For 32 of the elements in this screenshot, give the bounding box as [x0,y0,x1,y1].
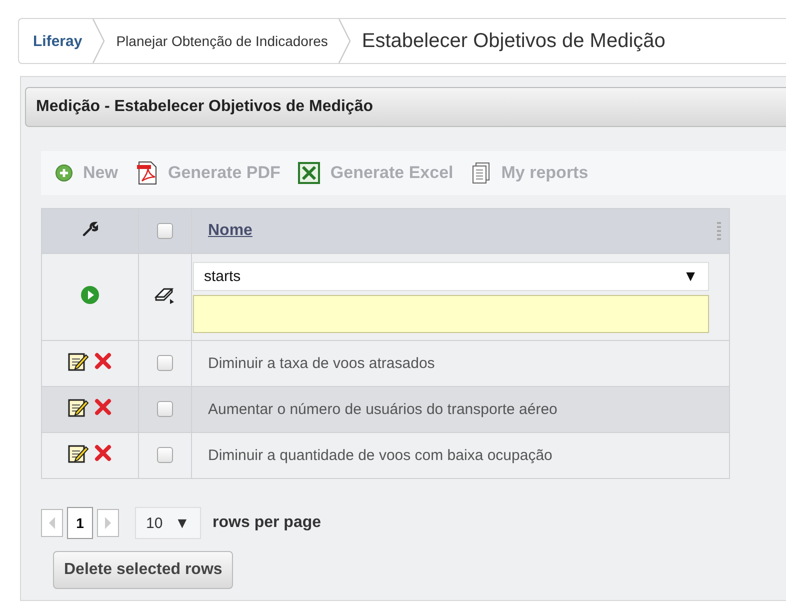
play-circle-icon[interactable] [80,284,100,304]
plus-circle-icon [55,164,73,182]
next-page-button[interactable] [97,509,119,537]
panel-title: Medição - Estabelecer Objetivos de Medição [25,87,786,127]
delete-icon[interactable] [93,351,113,371]
spreadsheet-icon [298,162,320,184]
rows-per-page-label: rows per page [212,514,322,532]
column-sort-link[interactable]: Nome [208,222,252,239]
table-cell: Diminuir a taxa de voos atrasados [192,340,730,386]
breadcrumb-link[interactable]: Planejar Obtenção de Indicadores [106,33,338,49]
document-icon [471,162,492,184]
rows-per-page-dropdown[interactable]: 10 ▼ [135,507,201,539]
row-checkbox[interactable] [157,447,173,464]
table-cell: Aumentar o número de usuários do transporte aéreo [192,386,730,432]
page-number-button[interactable]: 1 [67,507,93,539]
left-triangle-icon [49,517,55,529]
previous-page-button[interactable] [41,509,63,537]
row-checkbox[interactable] [157,355,173,372]
right-triangle-icon [105,517,111,529]
pdf-icon [136,161,158,185]
filter-input[interactable] [193,294,709,332]
table-cell: Diminuir a quantidade de voos com baixa ocupação [192,432,730,478]
row-checkbox[interactable] [157,401,173,418]
resize-grip-icon[interactable] [717,222,721,240]
breadcrumb-link[interactable]: Liferay [19,32,92,50]
delete-selected-button[interactable]: Delete selected rows [53,551,234,589]
select-all-checkbox[interactable] [157,222,173,239]
breadcrumb-current: Estabelecer Objetivos de Medição [360,30,666,52]
delete-icon[interactable] [93,397,113,417]
operator-dropdown[interactable]: starts ▼ [193,262,709,290]
wrench-icon [82,220,98,236]
delete-icon[interactable] [93,443,113,463]
